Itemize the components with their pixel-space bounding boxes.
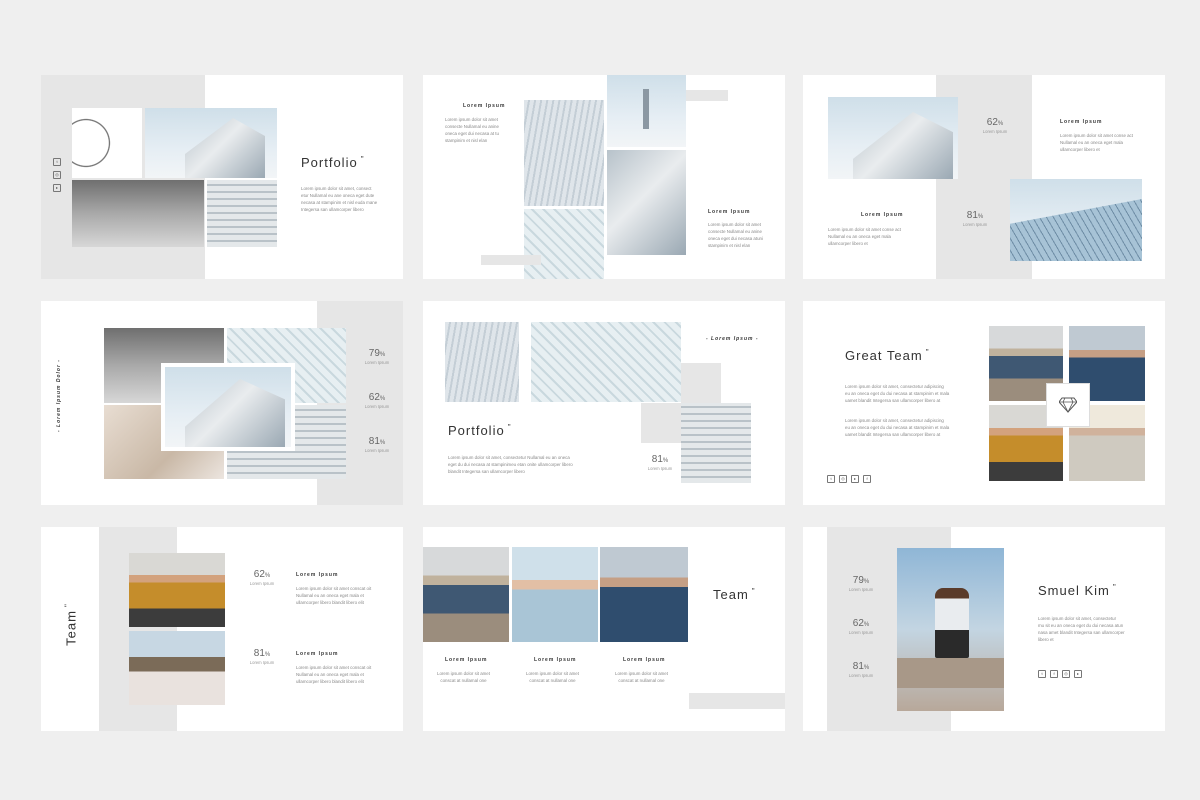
stat-81: 81% Lorem Ipsum	[249, 648, 275, 665]
body-text: Lorem ipsum dolor sit amet, consectetur …	[301, 186, 378, 212]
slide-title: Team"	[63, 603, 79, 646]
stat-62: 62% Lorem Ipsum	[249, 569, 275, 586]
body-text: Lorem ipsum dolor sit amet, consectetur …	[845, 418, 950, 437]
stat-81: 81% Lorem Ipsum	[848, 661, 874, 678]
social-icons: t ◎ ▸	[53, 158, 61, 192]
social-icons: t f ◎ ▸	[1038, 670, 1082, 678]
slide-portfolio-5[interactable]: - Lorem Ipsum - Portfolio " Lorem ipsum d…	[423, 301, 785, 505]
profile-photo	[897, 548, 1004, 711]
slide-portfolio-1[interactable]: t ◎ ▸ Portfolio " Lorem ipsum dolor sit a…	[41, 75, 403, 279]
featured-building-photo	[161, 363, 295, 451]
stat-81: 81% Lorem Ipsum	[364, 436, 390, 453]
youtube-icon[interactable]: ▸	[1074, 670, 1082, 678]
facebook-icon[interactable]: f	[863, 475, 871, 483]
block-text: Lorem ipsum dolor sit amet conscat oit Nu…	[296, 586, 372, 605]
diamond-icon	[1046, 383, 1090, 427]
twitter-icon[interactable]: t	[1038, 670, 1046, 678]
block-text: Lorem ipsum dolor sit amet conscat oit Nu…	[296, 665, 372, 684]
block-label: Lorem Ipsum	[861, 212, 904, 218]
youtube-icon[interactable]: ▸	[53, 184, 61, 192]
team-member-photo	[129, 553, 225, 627]
slide-stats-3[interactable]: 62% Lorem Ipsum Lorem Ipsum Lorem ipsum …	[803, 75, 1165, 279]
member-label: Lorem Ipsum	[445, 657, 488, 663]
grey-bar	[689, 693, 785, 709]
stat-79: 79% Lorem Ipsum	[364, 348, 390, 365]
instagram-icon[interactable]: ◎	[839, 475, 847, 483]
stairs-photo	[524, 209, 604, 279]
body-text: Lorem ipsum dolor sit amet, consectetur …	[448, 455, 573, 474]
block-label: Lorem Ipsum	[296, 651, 339, 657]
member-text: Lorem ipsum dolor sit amet conscat at nul…	[615, 671, 668, 683]
block-text: Lorem ipsum dolor sit amet conse act Null…	[1060, 133, 1133, 152]
stat-62: 62% Lorem Ipsum	[848, 618, 874, 635]
stat-81: 81% Lorem Ipsum	[962, 210, 988, 227]
stat-62: 62% Lorem Ipsum	[982, 117, 1008, 134]
slide-title: Smuel Kim "	[1038, 583, 1117, 598]
grey-bar	[481, 255, 541, 265]
slide-team-7[interactable]: Team" 62% Lorem Ipsum Lorem Ipsum Lorem …	[41, 527, 403, 731]
stat-81: 81% Lorem Ipsum	[647, 454, 673, 471]
twitter-icon[interactable]: t	[827, 475, 835, 483]
team-member-photo	[423, 547, 509, 642]
member-text: Lorem ipsum dolor sit amet conscat at nul…	[526, 671, 579, 683]
vertical-caption: - Lorem Ipsum Dolor -	[56, 359, 62, 432]
twitter-icon[interactable]: t	[53, 158, 61, 166]
member-text: Lorem ipsum dolor sit amet conscat at nul…	[437, 671, 490, 683]
block-text: Lorem ipsum dolor sit amet consecte Nulla…	[708, 222, 763, 248]
youtube-icon[interactable]: ▸	[851, 475, 859, 483]
slide-architecture-2[interactable]: Lorem Ipsum Lorem ipsum dolor sit amet co…	[423, 75, 785, 279]
stat-62: 62% Lorem Ipsum	[364, 392, 390, 409]
block-label: Lorem Ipsum	[708, 209, 751, 215]
slide-team-8[interactable]: Team " Lorem Ipsum Lorem ipsum dolor sit …	[423, 527, 785, 731]
body-text: Lorem ipsum dolor sit amet, consectetur m…	[1038, 616, 1125, 642]
tower-photo	[681, 403, 751, 483]
team-member-photo	[512, 547, 598, 642]
block-label: Lorem Ipsum	[463, 103, 506, 109]
slide-profile-9[interactable]: 79% Lorem Ipsum 62% Lorem Ipsum 81% Lore…	[803, 527, 1165, 731]
glass-building-photo	[1010, 179, 1142, 261]
building-photo	[828, 97, 958, 179]
slide-title: Portfolio "	[301, 155, 365, 170]
stat-79: 79% Lorem Ipsum	[848, 575, 874, 592]
slide-title: Portfolio "	[448, 423, 512, 438]
tag-label: - Lorem Ipsum -	[706, 336, 759, 342]
curved-building-photo	[524, 100, 604, 206]
instagram-icon[interactable]: ◎	[1062, 670, 1070, 678]
team-member-photo	[129, 631, 225, 705]
block-text: Lorem ipsum dolor sit amet consecte Nulla…	[445, 117, 499, 143]
grey-block	[641, 403, 681, 443]
member-label: Lorem Ipsum	[534, 657, 577, 663]
slide-stats-4[interactable]: - Lorem Ipsum Dolor - 79% Lorem Ipsum 62…	[41, 301, 403, 505]
city-fog-photo	[607, 75, 686, 147]
instagram-icon[interactable]: ◎	[53, 171, 61, 179]
tower-photo	[207, 180, 277, 247]
grey-bar	[686, 90, 728, 101]
ferris-wheel-photo	[72, 108, 142, 178]
corridor-photo	[72, 180, 204, 247]
slide-title: Great Team "	[845, 348, 930, 363]
tower-photo	[445, 322, 519, 402]
slide-title: Team"	[713, 587, 756, 602]
body-text: Lorem ipsum dolor sit amet, consectetur …	[845, 384, 950, 403]
block-label: Lorem Ipsum	[1060, 119, 1103, 125]
social-icons: t ◎ ▸ f	[827, 475, 871, 483]
slide-great-team-6[interactable]: Great Team " Lorem ipsum dolor sit amet, …	[803, 301, 1165, 505]
block-label: Lorem Ipsum	[296, 572, 339, 578]
skyscraper-photo	[607, 150, 686, 255]
member-label: Lorem Ipsum	[623, 657, 666, 663]
stairs-photo	[531, 322, 681, 402]
facebook-icon[interactable]: f	[1050, 670, 1058, 678]
grey-block	[681, 363, 721, 403]
block-text: Lorem ipsum dolor sit amet conse act Null…	[828, 227, 901, 246]
building-photo	[145, 108, 277, 178]
team-member-photo	[600, 547, 688, 642]
